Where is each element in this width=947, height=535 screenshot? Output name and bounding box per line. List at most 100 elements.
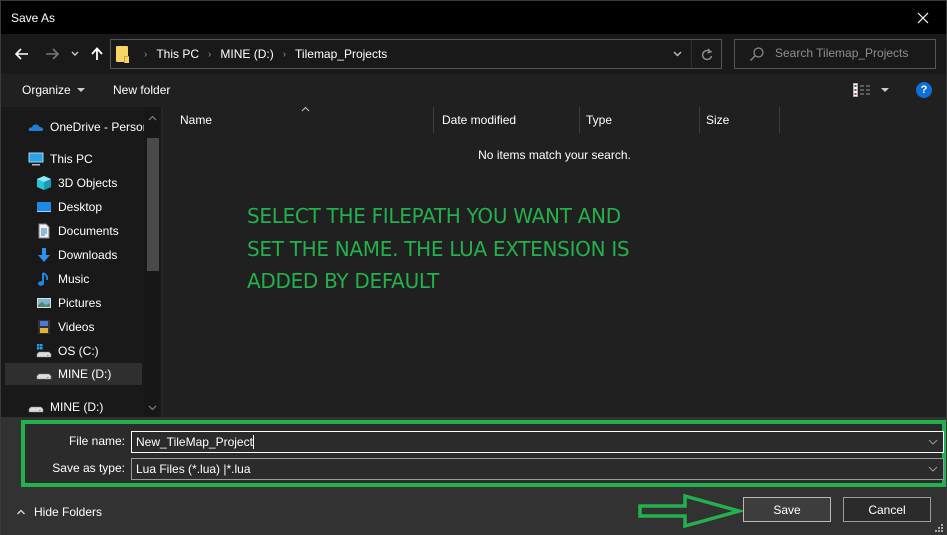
organize-label: Organize xyxy=(22,83,71,97)
help-button[interactable]: ? xyxy=(916,82,932,98)
caret-down-icon xyxy=(881,88,889,92)
resize-grip-icon[interactable] xyxy=(935,524,944,533)
back-button[interactable] xyxy=(11,42,33,66)
sidebar-item-pictures[interactable]: Pictures xyxy=(36,292,144,314)
sidebar-item-label: Documents xyxy=(58,224,119,238)
sidebar-scrollbar[interactable] xyxy=(144,107,159,417)
sidebar-item-label: Pictures xyxy=(58,296,102,310)
new-folder-button[interactable]: New folder xyxy=(113,83,170,97)
sidebar-item-onedrive[interactable]: OneDrive - Personal xyxy=(28,116,144,138)
sidebar-item-desktop[interactable]: Desktop xyxy=(36,196,144,218)
documents-icon xyxy=(38,223,50,239)
organize-button[interactable]: Organize xyxy=(22,83,85,97)
column-header-size[interactable]: Size xyxy=(689,107,779,133)
column-header-type[interactable]: Type xyxy=(569,107,699,133)
sidebar-item-label: OneDrive - Personal xyxy=(50,120,144,134)
column-separator[interactable] xyxy=(779,107,780,133)
sidebar-item-label: MINE (D:) xyxy=(58,367,112,381)
desktop-icon xyxy=(37,202,51,212)
chevron-up-icon xyxy=(16,509,26,515)
title-bar: Save As xyxy=(1,1,946,34)
recent-locations-button[interactable] xyxy=(67,42,83,66)
navigation-bar: › This PC › MINE (D:) › Tilemap_Projects xyxy=(1,34,946,74)
instruction-annotation: SELECT THE FILEPATH YOU WANT AND SET THE… xyxy=(247,200,630,298)
downloads-icon xyxy=(38,248,50,262)
sidebar-item-videos[interactable]: Videos xyxy=(36,316,144,338)
sidebar-item-os-c[interactable]: OS (C:) xyxy=(36,340,144,362)
scrollbar-thumb[interactable] xyxy=(147,138,159,271)
scroll-up-icon[interactable] xyxy=(146,113,159,125)
text-cursor xyxy=(252,435,254,449)
sidebar-item-label: Downloads xyxy=(58,248,118,262)
sidebar-item-mine-d-selected[interactable]: MINE (D:) xyxy=(5,363,142,385)
refresh-icon xyxy=(701,47,712,60)
drive-icon xyxy=(28,406,44,413)
sidebar-item-label: This PC xyxy=(50,152,93,166)
save-as-type-select[interactable]: Lua Files (*.lua) |*.lua xyxy=(131,458,944,480)
close-button[interactable] xyxy=(900,1,946,34)
sidebar-item-this-pc[interactable]: This PC xyxy=(28,148,144,170)
column-header-label: Date modified xyxy=(442,113,517,127)
videos-icon xyxy=(38,320,50,334)
breadcrumb-separator-icon: › xyxy=(282,48,287,60)
window-title: Save As xyxy=(11,11,56,25)
command-toolbar: Organize New folder ? xyxy=(1,74,946,107)
refresh-button[interactable] xyxy=(691,40,721,68)
hide-folders-label: Hide Folders xyxy=(34,505,103,519)
computer-icon xyxy=(28,152,44,166)
annotation-line: SET THE NAME. THE LUA EXTENSION IS xyxy=(247,236,630,261)
file-list: Name Date modified Type Size No items ma… xyxy=(163,106,946,417)
arrow-up-icon xyxy=(91,47,103,60)
sidebar-item-mine-d[interactable]: MINE (D:) xyxy=(28,396,144,418)
up-button[interactable] xyxy=(86,42,108,66)
folder-icon xyxy=(116,46,129,63)
breadcrumb: › This PC › MINE (D:) › Tilemap_Projects xyxy=(135,47,387,61)
save-as-type-label: Save as type: xyxy=(52,461,125,475)
scroll-down-icon[interactable] xyxy=(146,403,159,415)
hide-folders-button[interactable]: Hide Folders xyxy=(16,505,102,519)
details-view-icon xyxy=(853,83,870,97)
save-button[interactable]: Save xyxy=(743,497,831,522)
change-view-button[interactable] xyxy=(853,83,889,97)
sidebar-item-label: Videos xyxy=(58,320,95,334)
drive-icon xyxy=(36,373,52,380)
address-bar[interactable]: › This PC › MINE (D:) › Tilemap_Projects xyxy=(110,39,722,69)
forward-button[interactable] xyxy=(41,42,63,66)
column-header-name[interactable]: Name xyxy=(163,107,433,133)
sidebar-item-documents[interactable]: Documents xyxy=(36,220,144,242)
chevron-down-icon xyxy=(71,51,79,56)
column-header-date-modified[interactable]: Date modified xyxy=(425,107,579,133)
file-name-value: New_TileMap_Project xyxy=(136,435,253,449)
search-input[interactable] xyxy=(775,46,930,60)
search-box[interactable] xyxy=(734,39,936,69)
empty-state-message: No items match your search. xyxy=(478,148,631,162)
chevron-down-icon xyxy=(673,51,681,57)
breadcrumb-separator-icon: › xyxy=(144,48,148,60)
sidebar-item-label: MINE (D:) xyxy=(50,400,104,414)
close-icon xyxy=(917,12,929,23)
sidebar-item-3d-objects[interactable]: 3D Objects xyxy=(36,172,144,194)
column-header-label: Type xyxy=(586,113,613,127)
sidebar-item-label: Desktop xyxy=(58,200,103,214)
save-as-dialog: Save As › This PC › MINE (D:) › Tilemap_… xyxy=(0,0,947,535)
onedrive-cloud-icon xyxy=(28,124,43,131)
annotation-line: ADDED BY DEFAULT xyxy=(247,269,439,293)
drive-c-icon xyxy=(36,344,52,358)
breadcrumb-mine-d[interactable]: MINE (D:) xyxy=(220,47,273,61)
new-folder-label: New folder xyxy=(113,83,171,97)
breadcrumb-this-pc[interactable]: This PC xyxy=(156,47,199,61)
column-header-label: Name xyxy=(180,113,213,127)
search-icon xyxy=(750,47,764,61)
annotation-line: SELECT THE FILEPATH YOU WANT AND xyxy=(247,204,621,228)
chevron-down-icon xyxy=(928,466,938,472)
cancel-button[interactable]: Cancel xyxy=(843,497,931,522)
breadcrumb-tilemap-projects[interactable]: Tilemap_Projects xyxy=(295,47,387,61)
address-history-button[interactable] xyxy=(663,40,691,68)
navigation-pane: OneDrive - Personal This PC 3D Objects D… xyxy=(1,107,161,417)
file-name-field[interactable]: New_TileMap_Project xyxy=(131,431,944,453)
arrow-left-icon xyxy=(15,48,28,60)
chevron-down-icon[interactable] xyxy=(927,436,939,448)
pointing-arrow-icon xyxy=(638,493,743,529)
sidebar-item-music[interactable]: Music xyxy=(36,268,144,290)
sidebar-item-downloads[interactable]: Downloads xyxy=(36,244,144,266)
